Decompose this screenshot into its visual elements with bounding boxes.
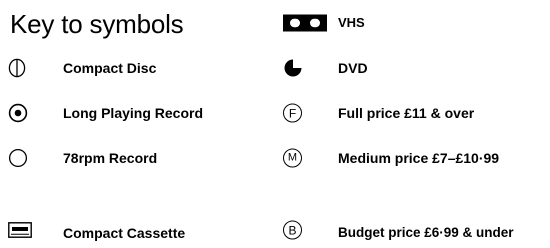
full-price-icon: F xyxy=(283,103,302,123)
key-label: Compact Cassette xyxy=(63,225,186,241)
budget-price-letter: B xyxy=(283,220,302,240)
dvd-icon xyxy=(283,58,303,78)
key-label: 78rpm Record xyxy=(63,150,158,166)
budget-price-icon: B xyxy=(283,220,302,240)
key-label: Full price £11 & over xyxy=(338,105,475,121)
key-item-vhs: VHS xyxy=(283,8,548,38)
key-label: Budget price £6·99 & under xyxy=(338,225,514,240)
medium-price-icon: M xyxy=(283,148,302,168)
long-playing-record-icon xyxy=(8,103,28,123)
key-item-budget-price: B Budget price £6·99 & under xyxy=(283,218,548,248)
key-label: Long Playing Record xyxy=(63,105,204,121)
compact-cassette-icon xyxy=(8,222,32,238)
key-title: Key to symbols xyxy=(10,9,184,39)
key-item-full-price: F Full price £11 & over xyxy=(283,98,548,128)
key-item-dvd: DVD xyxy=(283,53,548,83)
key-item-compact-cassette: Compact Cassette xyxy=(8,218,248,248)
key-label: VHS xyxy=(338,15,365,30)
key-item-long-playing-record: Long Playing Record xyxy=(8,98,248,128)
key-label: Compact Disc xyxy=(63,60,157,76)
compact-disc-icon xyxy=(8,58,26,78)
key-label: DVD xyxy=(338,60,368,76)
full-price-letter: F xyxy=(283,103,302,123)
medium-price-letter: M xyxy=(283,148,302,168)
key-item-compact-disc: Compact Disc xyxy=(8,53,248,83)
vhs-icon xyxy=(283,14,327,32)
key-item-medium-price: M Medium price £7–£10·99 xyxy=(283,143,548,173)
key-item-78rpm-record: 78rpm Record xyxy=(8,143,248,173)
key-label: Medium price £7–£10·99 xyxy=(338,150,500,166)
78rpm-record-icon xyxy=(8,148,28,168)
